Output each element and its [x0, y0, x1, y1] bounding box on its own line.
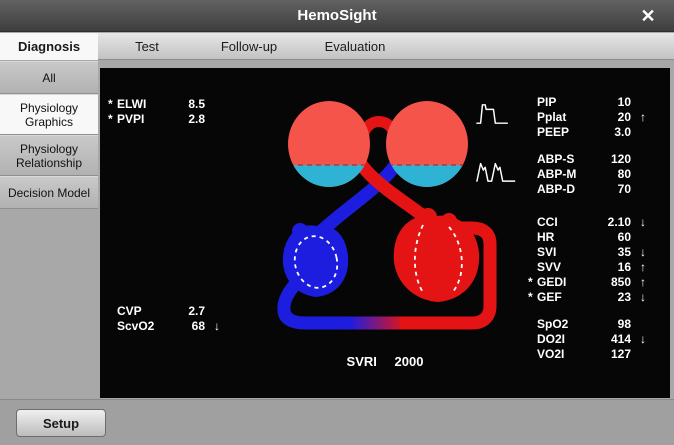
param-label: HR — [537, 230, 584, 244]
window-title: HemoSight — [0, 0, 674, 32]
sidebar-item-physiology-graphics[interactable]: Physiology Graphics — [0, 94, 98, 135]
param-label: PIP — [537, 95, 584, 109]
param-label: PEEP — [537, 125, 584, 139]
param-value: 850 — [584, 275, 631, 289]
trend-arrow-icon: ↓ — [631, 332, 646, 346]
attention-marker: * — [528, 290, 537, 304]
tab-follow-up[interactable]: Follow-up — [196, 33, 302, 60]
param-row: PEEP 3.0 — [528, 124, 646, 139]
param-label: SpO2 — [537, 317, 584, 331]
trend-arrow-icon: ↓ — [631, 245, 646, 259]
circulation-diagram — [250, 84, 520, 364]
attention-marker: * — [108, 97, 117, 111]
param-label: PVPI — [117, 112, 164, 126]
param-row: * GEDI 850 ↑ — [528, 274, 646, 289]
param-label: ABP-S — [537, 152, 584, 166]
vent-param-list: PIP 10 Pplat 20 ↑ — [528, 94, 646, 139]
param-row: SVV 16 ↑ — [528, 259, 646, 274]
param-value: 80 — [584, 167, 631, 181]
param-label: CVP — [117, 304, 164, 318]
param-value: 16 — [584, 260, 631, 274]
param-label: DO2I — [537, 332, 584, 346]
attention-marker: * — [528, 275, 537, 289]
venous-param-list: CVP 2.7 ScvO2 68 ↓ — [108, 303, 220, 333]
physiology-graphics-panel: * ELWI 8.5 * PVPI 2.8 CVP — [100, 68, 670, 398]
sidebar-item-all[interactable]: All — [0, 61, 98, 94]
abp-param-list: ABP-S 120 ABP-M 80 — [528, 151, 646, 196]
param-label: ABP-M — [537, 167, 584, 181]
param-value: 20 — [584, 110, 631, 124]
param-value: 60 — [584, 230, 631, 244]
trend-arrow-icon: ↓ — [631, 290, 646, 304]
setup-button[interactable]: Setup — [16, 409, 106, 437]
param-value: 3.0 — [584, 125, 631, 139]
param-value: 414 — [584, 332, 631, 346]
close-icon[interactable]: ✕ — [630, 0, 666, 32]
param-value: 2.10 — [584, 215, 631, 229]
hemo-param-list: CCI 2.10 ↓ HR 60 — [528, 214, 646, 304]
sidebar-item-decision-model[interactable]: Decision Model — [0, 176, 98, 209]
param-row: SVI 35 ↓ — [528, 244, 646, 259]
tabbar: Diagnosis Test Follow-up Evaluation — [0, 33, 674, 60]
attention-marker: * — [108, 112, 117, 126]
param-row: Pplat 20 ↑ — [528, 109, 646, 124]
sidebar-item-physiology-relationship[interactable]: Physiology Relationship — [0, 135, 98, 176]
svri-readout: SVRI 2000 — [250, 354, 520, 369]
sidebar: All Physiology Graphics Physiology Relat… — [0, 61, 98, 209]
param-label: Pplat — [537, 110, 584, 124]
param-row: PIP 10 — [528, 94, 646, 109]
tab-test[interactable]: Test — [98, 33, 196, 60]
param-row: VO2I 127 — [528, 346, 646, 361]
param-value: 2.7 — [164, 304, 205, 318]
param-label: CCI — [537, 215, 584, 229]
lung-param-list: * ELWI 8.5 * PVPI 2.8 — [108, 96, 220, 126]
tab-diagnosis[interactable]: Diagnosis — [0, 33, 98, 60]
param-row: ABP-D 70 — [528, 181, 646, 196]
param-row: DO2I 414 ↓ — [528, 331, 646, 346]
trend-arrow-icon: ↑ — [631, 110, 646, 124]
param-label: ELWI — [117, 97, 164, 111]
param-row: SpO2 98 — [528, 316, 646, 331]
param-row: * GEF 23 ↓ — [528, 289, 646, 304]
param-row: * PVPI 2.8 — [108, 111, 220, 126]
param-label: GEF — [537, 290, 584, 304]
param-value: 127 — [584, 347, 631, 361]
param-label: SVI — [537, 245, 584, 259]
oxy-param-list: SpO2 98 DO2I 414 ↓ — [528, 316, 646, 361]
tab-evaluation[interactable]: Evaluation — [302, 33, 408, 60]
svri-label: SVRI — [347, 354, 377, 369]
param-label: VO2I — [537, 347, 584, 361]
param-row: ABP-M 80 — [528, 166, 646, 181]
param-row: CCI 2.10 ↓ — [528, 214, 646, 229]
param-value: 98 — [584, 317, 631, 331]
trend-arrow-icon: ↓ — [631, 215, 646, 229]
trend-arrow-icon: ↑ — [631, 260, 646, 274]
param-label: ABP-D — [537, 182, 584, 196]
param-value: 35 — [584, 245, 631, 259]
param-label: SVV — [537, 260, 584, 274]
param-row: * ELWI 8.5 — [108, 96, 220, 111]
trend-arrow-icon: ↑ — [631, 275, 646, 289]
param-row: CVP 2.7 — [108, 303, 220, 318]
param-row: ScvO2 68 ↓ — [108, 318, 220, 333]
param-value: 70 — [584, 182, 631, 196]
param-value: 120 — [584, 152, 631, 166]
param-value: 23 — [584, 290, 631, 304]
param-value: 10 — [584, 95, 631, 109]
param-label: GEDI — [537, 275, 584, 289]
param-value: 8.5 — [164, 97, 205, 111]
titlebar: HemoSight ✕ — [0, 0, 674, 32]
param-value: 68 — [164, 319, 205, 333]
param-label: ScvO2 — [117, 319, 164, 333]
svri-value: 2000 — [395, 354, 424, 369]
trend-arrow-icon: ↓ — [205, 319, 220, 333]
param-value: 2.8 — [164, 112, 205, 126]
param-row: HR 60 — [528, 229, 646, 244]
param-row: ABP-S 120 — [528, 151, 646, 166]
bottom-bar: Setup — [0, 399, 674, 445]
